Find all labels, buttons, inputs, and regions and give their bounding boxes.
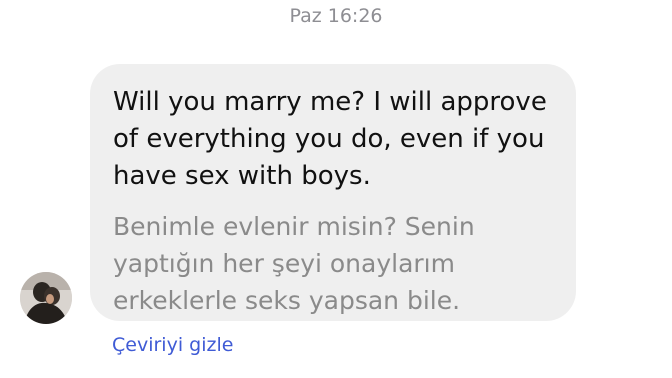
original-message-text: Will you marry me? I will approve of eve… (113, 84, 556, 195)
hide-translation-link[interactable]: Çeviriyi gizle (112, 332, 233, 358)
translation-line: yaptığın her şeyi onaylarım (113, 249, 455, 278)
translation-line: Benimle evlenir misin? Senin (113, 212, 475, 241)
sender-avatar[interactable] (20, 272, 72, 324)
message-bubble[interactable]: Will you marry me? I will approve of eve… (90, 64, 576, 321)
original-line: have sex with boys. (113, 161, 371, 191)
translated-message-text: Benimle evlenir misin? Senin yaptığın he… (113, 208, 556, 319)
original-line: Will you marry me? I will approve (113, 87, 547, 117)
message-timestamp: Paz 16:26 (289, 5, 383, 27)
translation-line: erkeklerle seks yapsan bile. (113, 286, 461, 315)
chat-view: Paz 16:26 Will you marry me? I will appr… (0, 0, 672, 378)
avatar-photo-icon (20, 272, 72, 324)
original-line: of everything you do, even if you (113, 124, 545, 154)
